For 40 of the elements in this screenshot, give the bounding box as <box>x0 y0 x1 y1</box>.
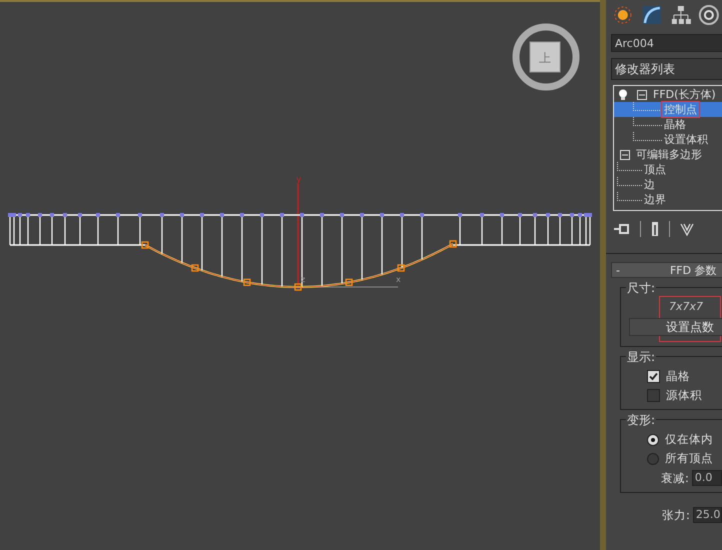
stack-item[interactable]: 可编辑多边形 <box>634 147 704 162</box>
radio-label: 所有顶点 <box>665 451 713 466</box>
view-cube-drawing[interactable] <box>512 24 580 90</box>
unique-icon[interactable] <box>680 222 694 236</box>
set-points-button[interactable]: 设置点数 <box>629 318 722 336</box>
object-name-field[interactable]: Arc004 <box>611 34 722 52</box>
axis-label: y <box>296 175 302 185</box>
rollout-header[interactable]: - FFD 参数 <box>611 262 722 278</box>
checkbox-label: 源体积 <box>666 388 702 403</box>
collapse-toggle[interactable]: - <box>612 264 624 276</box>
radio-button[interactable] <box>647 434 659 446</box>
stack-sub-item[interactable]: 边 <box>642 177 657 192</box>
checkbox[interactable] <box>647 370 660 383</box>
motion-icon[interactable] <box>696 4 722 26</box>
group-title: 尺寸: <box>626 280 656 297</box>
stack-sub-item[interactable]: 设置体积 <box>662 132 710 147</box>
checkbox[interactable] <box>647 389 660 402</box>
falloff-field[interactable]: 0.0 <box>692 470 722 486</box>
group-title: 变形: <box>626 412 656 429</box>
light-bulb-icon[interactable] <box>618 88 628 100</box>
pin-icon[interactable] <box>614 223 630 235</box>
stack-sub-item[interactable]: 边界 <box>642 192 668 207</box>
radio-button[interactable] <box>647 452 659 464</box>
collapse-icon[interactable] <box>620 150 630 160</box>
stack-sub-item[interactable]: 顶点 <box>642 162 668 177</box>
group-title: 显示: <box>626 349 656 366</box>
field-label: 衰减: <box>661 470 689 486</box>
collapse-icon[interactable] <box>637 90 647 100</box>
show-end-result-icon[interactable] <box>651 221 659 237</box>
tension-field[interactable]: 25.0 <box>692 507 722 523</box>
field-label: 张力: <box>662 508 690 522</box>
modifier-list-dropdown[interactable]: 修改器列表 <box>611 58 722 80</box>
checkbox-label: 晶格 <box>666 369 690 384</box>
rollout-title: FFD 参数 <box>670 262 717 278</box>
dimensions-value: 7x7x7 <box>669 300 704 313</box>
stack-item[interactable]: FFD(长方体) <box>651 87 718 102</box>
axis-label: x <box>396 275 401 284</box>
view-cube-face-label: 上 <box>539 51 551 65</box>
stack-sub-item[interactable]: 晶格 <box>662 117 688 132</box>
radio-label: 仅在体内 <box>665 432 713 447</box>
